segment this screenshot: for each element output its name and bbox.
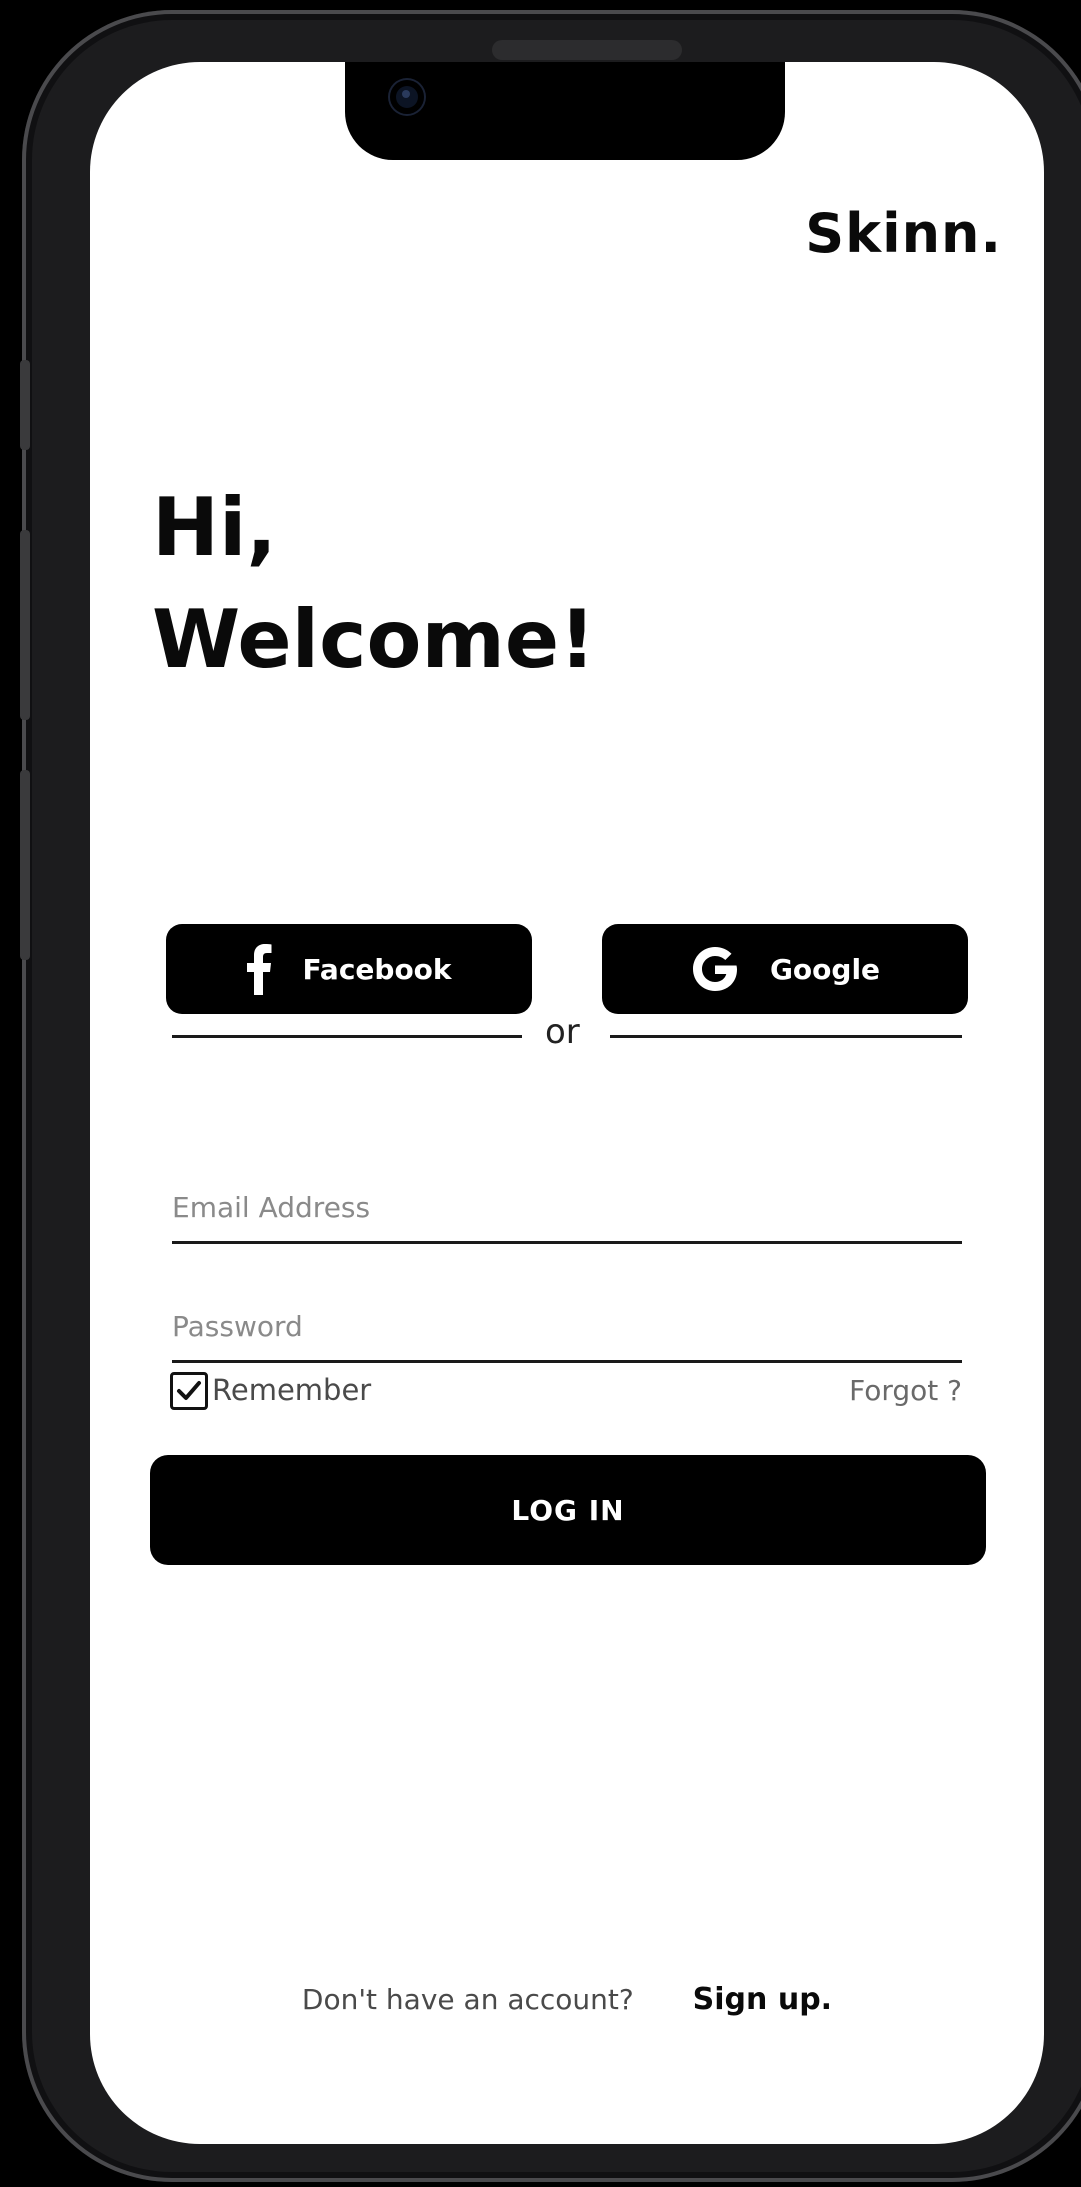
divider-right — [610, 1035, 962, 1038]
signup-link[interactable]: Sign up. — [693, 1982, 832, 2017]
side-button — [20, 770, 30, 960]
facebook-login-button[interactable]: Facebook — [166, 924, 532, 1014]
google-button-label: Google — [769, 952, 881, 986]
divider-left — [172, 1035, 522, 1038]
side-button — [20, 360, 30, 450]
signup-prompt: Don't have an account? — [301, 1983, 634, 2016]
remember-checkbox[interactable] — [170, 1372, 208, 1410]
google-login-button[interactable]: Google — [602, 924, 968, 1014]
greeting-line-1: Hi, — [152, 481, 277, 574]
login-button[interactable]: LOG IN — [150, 1455, 986, 1565]
backdrop: Skinn. Hi, Welcome! Facebook Google or E… — [0, 0, 1081, 2187]
camera-icon — [390, 80, 424, 114]
brand-logo: Skinn. — [805, 202, 1002, 265]
forgot-password-link[interactable]: Forgot ? — [849, 1374, 962, 1407]
login-button-label: LOG IN — [511, 1493, 625, 1527]
greeting-line-2: Welcome! — [152, 593, 596, 686]
phone-speaker-band — [492, 40, 682, 60]
divider-or: or — [545, 1012, 580, 1052]
facebook-icon — [246, 943, 272, 995]
check-icon — [177, 1381, 201, 1400]
welcome-heading: Hi, Welcome! — [152, 472, 596, 696]
phone-screen: Skinn. Hi, Welcome! Facebook Google or E… — [90, 62, 1044, 2144]
email-field[interactable] — [172, 1174, 962, 1244]
password-field[interactable] — [172, 1293, 962, 1363]
remember-label: Remember — [212, 1373, 372, 1407]
facebook-button-label: Facebook — [302, 952, 452, 986]
signup-row: Don't have an account? Sign up. — [90, 1982, 1044, 2017]
google-icon — [690, 944, 740, 994]
side-button — [20, 530, 30, 720]
